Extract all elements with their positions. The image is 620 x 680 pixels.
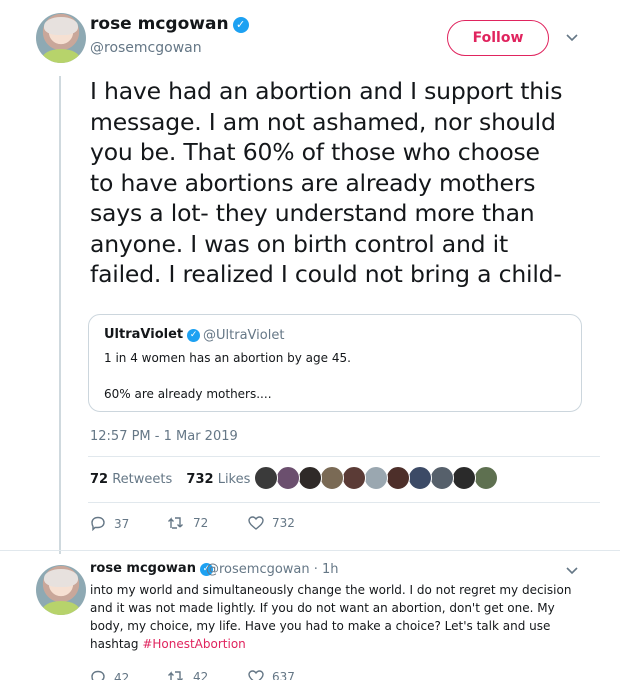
- reply-text-line: hashtag #HonestAbortion: [90, 635, 590, 653]
- quote-text-line: 1 in 4 women has an abortion by age 45.: [104, 351, 351, 365]
- reply-text-prefix: hashtag: [90, 637, 143, 651]
- verified-badge-icon: ✓: [187, 329, 201, 342]
- tweet-text-line: you be. That 60% of those who choose: [90, 138, 540, 166]
- chevron-down-icon[interactable]: [566, 34, 578, 46]
- reply-icon: [91, 516, 105, 531]
- engagement-stats: 72 Retweets 732 Likes: [90, 472, 250, 487]
- retweet-icon: [168, 671, 183, 680]
- likes-label: Likes: [217, 472, 251, 487]
- retweets-stat[interactable]: 72 Retweets: [90, 472, 172, 487]
- like-count: 732: [272, 516, 295, 530]
- reply-button[interactable]: 37: [90, 516, 129, 531]
- reply-text-line: and it was not made lightly. If you do n…: [90, 601, 555, 615]
- liker-avatar[interactable]: [320, 466, 344, 490]
- quote-author-handle[interactable]: @UltraViolet: [203, 328, 284, 343]
- retweets-count: 72: [90, 472, 109, 487]
- verified-badge-icon: ✓: [232, 17, 249, 33]
- tweet-text-line: says a lot- they understand more than: [90, 199, 535, 227]
- liker-avatar[interactable]: [254, 466, 278, 490]
- avatar[interactable]: [36, 565, 86, 615]
- heart-icon: [248, 516, 264, 530]
- reply-author-handle[interactable]: @rosemcgowan · 1h: [206, 562, 339, 577]
- tweet-text-line: failed. I realized I could not bring a c…: [90, 260, 562, 288]
- tweet-text: I have had an abortion and I support thi…: [90, 76, 600, 290]
- tweet-text-line: to have abortions are already mothers: [90, 168, 536, 197]
- author-handle[interactable]: @rosemcgowan: [90, 40, 202, 56]
- quote-text-line: 60% are already mothers....: [104, 387, 272, 401]
- reply-icon: [91, 670, 105, 680]
- retweet-icon: [168, 517, 183, 529]
- quoted-tweet[interactable]: UltraViolet ✓ @UltraViolet 1 in 4 women h…: [88, 314, 582, 412]
- chevron-down-icon[interactable]: [566, 567, 578, 579]
- quote-author-name-text[interactable]: UltraViolet: [104, 327, 183, 342]
- liker-avatar[interactable]: [452, 466, 476, 490]
- liker-avatar[interactable]: [430, 466, 454, 490]
- retweet-button[interactable]: 42: [167, 670, 208, 680]
- retweet-count: 42: [193, 670, 209, 680]
- reply-text: into my world and simultaneously change …: [90, 581, 590, 653]
- liker-avatar[interactable]: [386, 466, 410, 490]
- likes-stat[interactable]: 732 Likes: [186, 472, 250, 487]
- divider: [0, 550, 620, 551]
- author-name[interactable]: rose mcgowan ✓: [90, 14, 249, 34]
- retweet-count: 72: [193, 516, 209, 530]
- likes-count: 732: [186, 472, 214, 487]
- tweet-text-line: I have had an abortion and I support thi…: [90, 77, 563, 105]
- hashtag-link[interactable]: #HonestAbortion: [142, 637, 245, 651]
- heart-icon: [248, 670, 264, 680]
- reply-count: 42: [114, 670, 130, 680]
- thread-connector-line: [59, 76, 61, 554]
- author-name-text[interactable]: rose mcgowan: [90, 14, 229, 34]
- like-button[interactable]: 637: [248, 670, 295, 680]
- liker-avatar[interactable]: [408, 466, 432, 490]
- tweet-timestamp[interactable]: 12:57 PM - 1 Mar 2019: [90, 429, 238, 444]
- liker-avatar[interactable]: [298, 466, 322, 490]
- liker-avatar[interactable]: [474, 466, 498, 490]
- follow-button[interactable]: Follow: [447, 20, 549, 56]
- reply-count: 37: [114, 516, 130, 531]
- divider: [88, 456, 600, 457]
- reply-button[interactable]: 42: [90, 670, 129, 680]
- retweet-button[interactable]: 72: [167, 516, 208, 530]
- like-count: 637: [272, 670, 295, 680]
- liker-avatar[interactable]: [364, 466, 388, 490]
- like-button[interactable]: 732: [248, 516, 295, 530]
- avatar[interactable]: [36, 13, 86, 63]
- reply-text-line: into my world and simultaneously change …: [90, 583, 572, 597]
- tweet-text-line: message. I am not ashamed, nor should: [90, 107, 556, 136]
- liker-avatar[interactable]: [276, 466, 300, 490]
- quote-author-name[interactable]: UltraViolet ✓: [104, 327, 201, 342]
- reply-author-name-text[interactable]: rose mcgowan: [90, 561, 196, 576]
- divider: [88, 502, 600, 503]
- liker-avatar[interactable]: [342, 466, 366, 490]
- reply-text-line: body, my choice, my life. Have you had t…: [90, 619, 551, 633]
- retweets-label: Retweets: [112, 472, 173, 487]
- tweet-text-line: anyone. I was on birth control and it: [90, 229, 508, 258]
- reply-author-name[interactable]: rose mcgowan ✓: [90, 561, 213, 576]
